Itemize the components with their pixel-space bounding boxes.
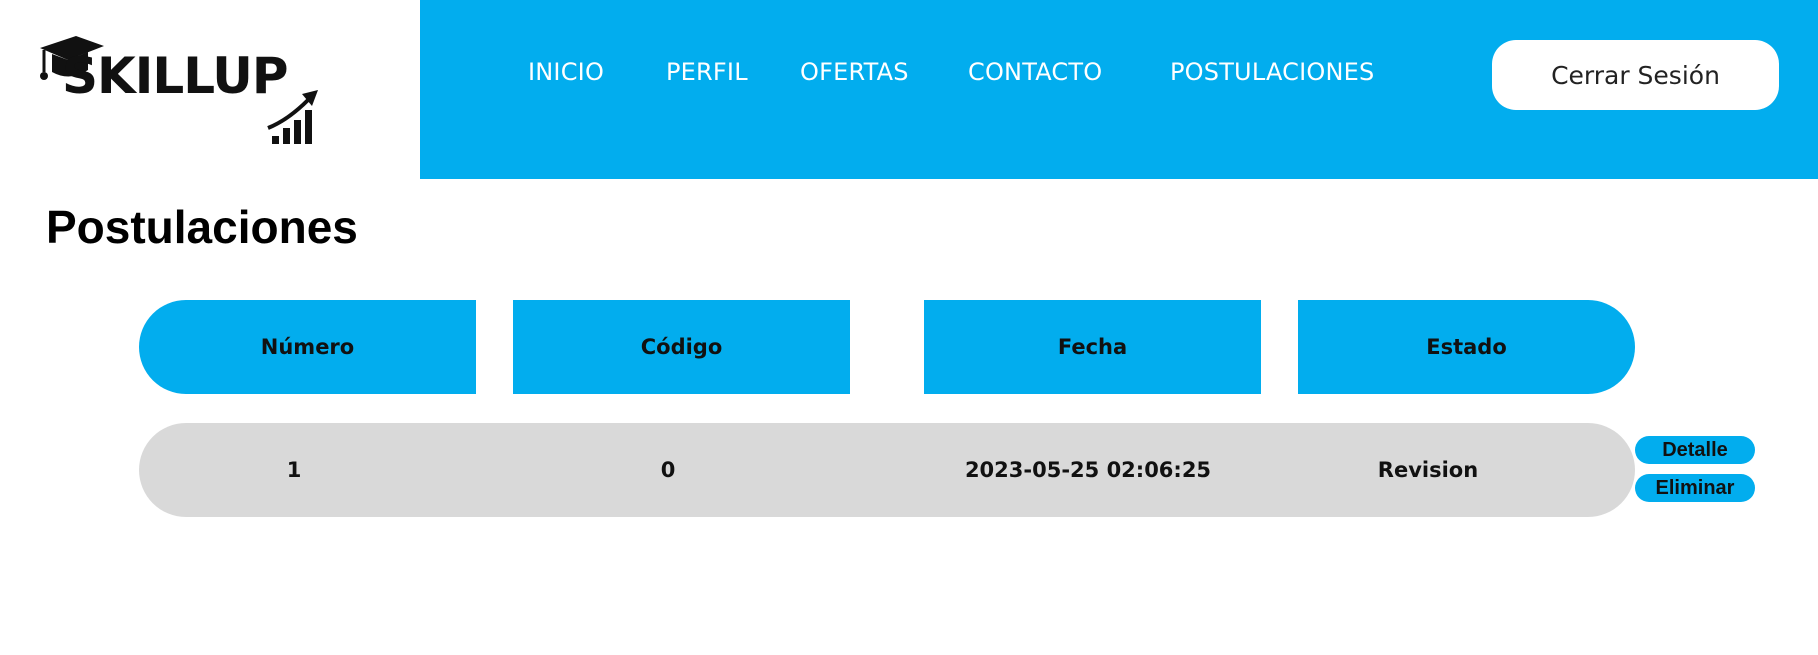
cell-fecha: 2023-05-25 02:06:25 [964,458,1212,482]
column-header-fecha: Fecha [924,300,1261,394]
logo[interactable]: SKILLUP [36,28,336,148]
page-title: Postulaciones [46,201,358,253]
column-header-estado: Estado [1298,300,1635,394]
nav-item-postulaciones[interactable]: POSTULACIONES [1170,58,1374,86]
delete-button[interactable]: Eliminar [1635,474,1755,502]
column-header-numero: Número [139,300,476,394]
brand-name: SKILLUP [62,47,289,105]
page: SKILLUP INICIO PERFIL OFERTAS CONTACTO P… [0,0,1818,655]
detail-button[interactable]: Detalle [1635,436,1755,464]
column-header-codigo: Código [513,300,850,394]
cell-numero: 1 [286,458,302,482]
cell-estado: Revision [1377,458,1479,482]
nav-item-contacto[interactable]: CONTACTO [968,58,1102,86]
cell-codigo: 0 [660,458,676,482]
logout-button[interactable]: Cerrar Sesión [1492,40,1779,110]
nav-item-inicio[interactable]: INICIO [528,58,604,86]
nav-item-perfil[interactable]: PERFIL [666,58,748,86]
nav-item-ofertas[interactable]: OFERTAS [800,58,909,86]
table-row: 1 0 2023-05-25 02:06:25 Revision [139,423,1635,517]
